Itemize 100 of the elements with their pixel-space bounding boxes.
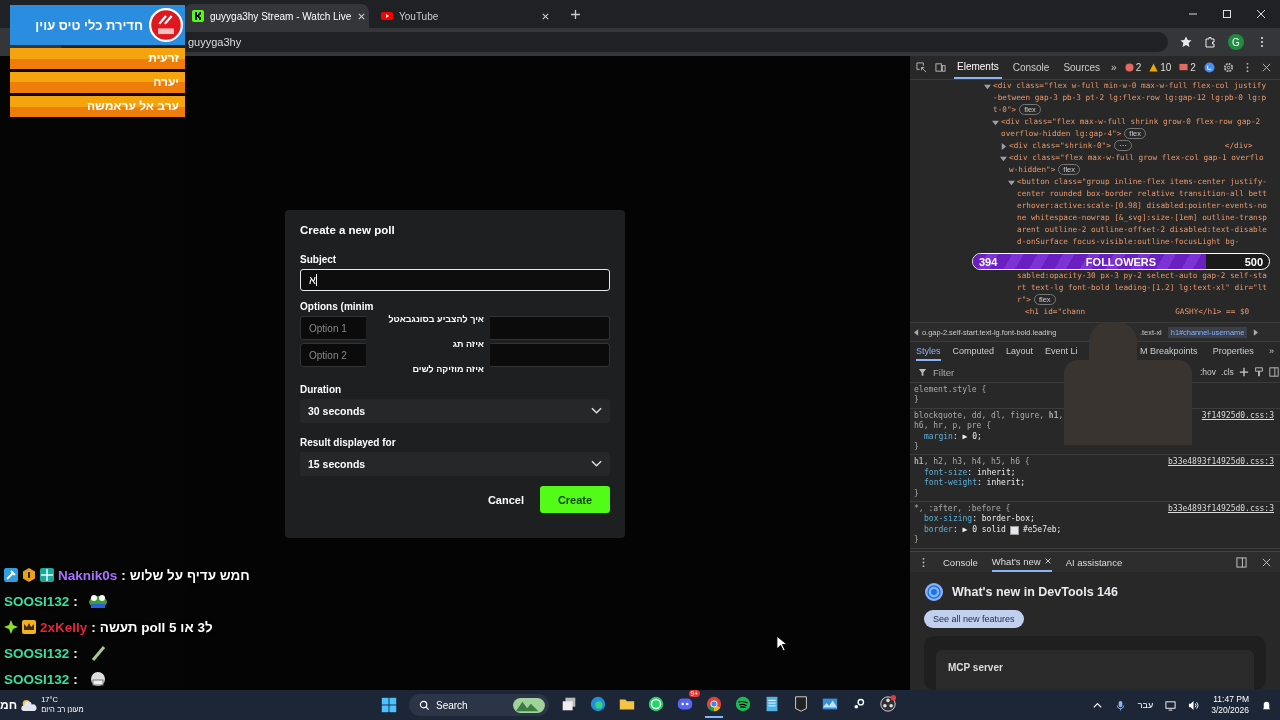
warning-count[interactable]: 10	[1149, 62, 1172, 73]
css-value[interactable]: : inherit;	[977, 478, 1026, 489]
filter-field[interactable]: Filter	[910, 366, 1055, 378]
css-value[interactable]: : ▶ 0;	[952, 431, 982, 443]
error-count[interactable]: 2	[1124, 62, 1142, 73]
css-value[interactable]: : inherit;	[967, 467, 1016, 479]
subject-field[interactable]: א	[300, 269, 610, 291]
weather-text: חמ	[0, 698, 18, 712]
drawer-tab[interactable]: Console	[943, 553, 978, 571]
autocomplete-item[interactable]: איך להצביע בסונגבאטל	[372, 314, 484, 324]
star-icon[interactable]	[1180, 36, 1192, 48]
drawer-tab[interactable]: AI assistance	[1065, 553, 1123, 571]
chat-username[interactable]: SOOSI132	[4, 645, 70, 661]
music-app-icon[interactable]	[734, 695, 752, 713]
styles-pane-tab[interactable]: Layout	[1006, 343, 1034, 361]
profile-avatar[interactable]: G	[1228, 34, 1244, 50]
create-button[interactable]: Create	[540, 486, 610, 513]
chat-username[interactable]: SOOSI132	[4, 593, 70, 609]
chat-separator: :	[91, 619, 96, 635]
class-button[interactable]: .cls	[1221, 367, 1234, 377]
shield-logo-icon[interactable]	[792, 695, 810, 713]
css-value[interactable]: : ▶ 0 solid	[952, 524, 1006, 536]
maximize-icon[interactable]	[1222, 9, 1232, 19]
close-icon[interactable]	[541, 11, 550, 21]
collapse-arrow-icon[interactable]	[1000, 143, 1007, 150]
close-icon[interactable]	[1261, 556, 1272, 568]
new-tab-icon[interactable]	[570, 8, 581, 20]
network-icon[interactable]	[1165, 699, 1177, 711]
css-property[interactable]: margin	[924, 431, 953, 443]
stylesheet-link[interactable]: 3f14925d0.css:3	[1201, 410, 1274, 432]
record-circle-icon[interactable]	[879, 695, 897, 713]
duration-select[interactable]: 30 seconds	[300, 399, 610, 423]
windows-start-icon[interactable]	[380, 696, 398, 714]
chat-username[interactable]: 2xKelly	[40, 619, 88, 635]
device-toolbar-icon[interactable]	[935, 62, 946, 73]
address-bar[interactable]: guyyga3hy	[60, 32, 1168, 52]
inspect-icon[interactable]	[916, 62, 927, 73]
paint-roller-icon[interactable]	[1253, 367, 1264, 377]
assistant-icon[interactable]	[1203, 62, 1215, 73]
browser-tab[interactable]: guyyga3hy Stream - Watch Live	[184, 4, 369, 28]
puzzle-icon[interactable]	[1204, 36, 1216, 48]
devtools-tab[interactable]: Sources	[1060, 57, 1104, 78]
settings-icon[interactable]	[1222, 62, 1234, 73]
card-heading: MCP server	[948, 662, 1003, 673]
expand-arrow-icon[interactable]	[1000, 155, 1007, 162]
cancel-button[interactable]: Cancel	[483, 489, 528, 510]
styles-pane-tab[interactable]: M Breakpoints	[1140, 343, 1198, 361]
add-icon[interactable]	[1238, 367, 1249, 377]
chat-username[interactable]: Naknik0s	[58, 567, 118, 583]
dock-side-icon[interactable]	[1236, 556, 1247, 568]
expand-arrow-icon[interactable]	[992, 119, 999, 126]
clock-date[interactable]: 3/20/2026	[1211, 705, 1249, 716]
styles-pane-tab[interactable]: Styles	[916, 343, 941, 361]
result-duration-select[interactable]: 15 seconds	[300, 452, 610, 476]
follower-goal: 500	[1244, 255, 1263, 268]
css-property[interactable]: border	[924, 524, 953, 536]
hover-state-button[interactable]: :hov	[1200, 367, 1217, 377]
dialog-title: Create a new poll	[300, 224, 396, 236]
expand-arrow-icon[interactable]	[1008, 179, 1015, 186]
keyboard-language[interactable]: עבר	[1137, 700, 1154, 710]
devtools-tab[interactable]: Console	[1009, 57, 1053, 78]
expand-arrow-icon[interactable]	[984, 83, 991, 90]
task-view-icon[interactable]	[560, 695, 578, 713]
css-value[interactable]: : border-box;	[972, 514, 1035, 525]
filter-icon	[918, 367, 927, 377]
taskbar-search-field[interactable]: Search	[409, 694, 549, 716]
sidebar-toggle-icon[interactable]	[1268, 367, 1279, 377]
scroll-left-icon[interactable]	[914, 328, 919, 336]
alert-location: זרעית	[10, 48, 185, 69]
chat-username[interactable]: SOOSI132	[4, 671, 70, 687]
styles-pane-tab[interactable]: Properties	[1212, 343, 1254, 361]
issue-count[interactable]: 2	[1179, 62, 1196, 73]
scroll-right-icon[interactable]	[1253, 328, 1259, 336]
alert-title: חדירת כלי טיס עוין	[35, 17, 143, 33]
more-tabs-button[interactable]: »	[1268, 343, 1274, 361]
see-all-features-button[interactable]: See all new features	[924, 610, 1024, 628]
drawer-tab[interactable]: What's new	[991, 552, 1052, 572]
clock-time[interactable]: 11:47 PM	[1213, 694, 1249, 705]
issue-flag-icon	[1179, 63, 1189, 72]
close-icon[interactable]	[357, 11, 367, 21]
stylesheet-link[interactable]: b33e4893f14925d0.css:3	[1168, 504, 1274, 515]
close-icon[interactable]	[1043, 557, 1052, 565]
devtools-tab[interactable]: Elements	[954, 56, 1002, 79]
close-icon[interactable]	[1260, 62, 1272, 73]
volume-icon[interactable]	[1188, 699, 1200, 711]
microphone-icon[interactable]	[1114, 699, 1126, 711]
cloud-icon[interactable]	[20, 698, 39, 712]
autocomplete-item[interactable]: איזה תג	[372, 339, 484, 349]
css-property[interactable]: font-weight	[924, 478, 977, 489]
color-swatch[interactable]	[1009, 525, 1019, 535]
close-icon[interactable]	[1256, 9, 1266, 19]
browser-tab[interactable]: YouTube	[373, 4, 558, 28]
more-tabs-button[interactable]: »	[1111, 62, 1117, 73]
autocomplete-item[interactable]: איזה מוזיקה לשים	[372, 364, 484, 374]
styles-pane-tab[interactable]: Event Li	[1045, 343, 1078, 361]
sparkle-badge-icon	[4, 620, 18, 634]
stylesheet-link[interactable]: b33e4893f14925d0.css:3	[1168, 457, 1274, 468]
bell-icon[interactable]	[1261, 699, 1272, 711]
css-value[interactable]: #e5e7eb;	[1022, 524, 1062, 536]
styles-pane-tab[interactable]: Computed	[952, 343, 995, 361]
